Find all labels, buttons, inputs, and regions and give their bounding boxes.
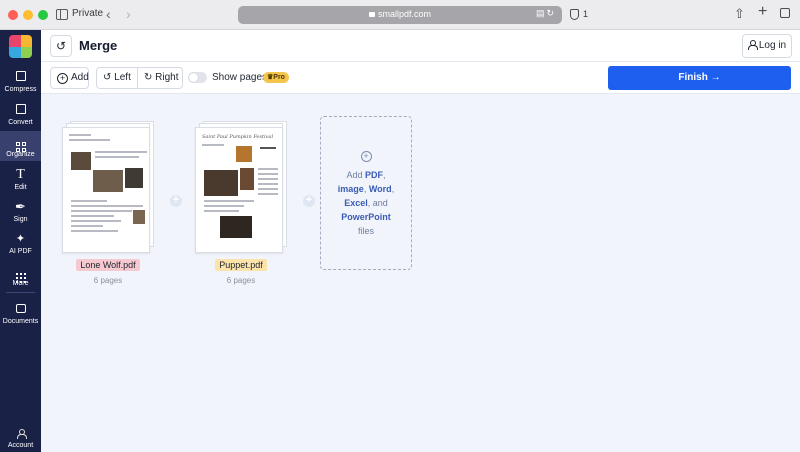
- address-bar[interactable]: smallpdf.com ▤↻: [238, 6, 562, 24]
- maximize-window-button[interactable]: [38, 10, 48, 20]
- file-page-count: 6 pages: [93, 276, 123, 285]
- finish-button[interactable]: Finish →: [608, 66, 791, 90]
- rotate-left-label: Left: [114, 72, 131, 83]
- sidebar-item-account[interactable]: Account: [0, 422, 41, 452]
- sidebar-item-label: Sign: [13, 216, 28, 223]
- sidebar: Compress Convert Organize T Edit ✒ Sign …: [0, 30, 41, 452]
- close-window-button[interactable]: [8, 10, 18, 20]
- sidebar-item-label: Documents: [2, 318, 39, 325]
- login-label: Log in: [758, 40, 787, 51]
- file-card-lone-wolf[interactable]: Lone Wolf.pdf 6 pages: [60, 121, 160, 285]
- merge-toolbar: + Add ↺ Left ↻ Right Show pages ♛Pro Fini…: [41, 62, 800, 94]
- translate-icon[interactable]: ▤↻: [536, 8, 556, 19]
- sidebar-item-more[interactable]: More: [0, 260, 41, 290]
- add-circle-icon: +: [57, 73, 68, 84]
- tracker-count: 1: [583, 9, 589, 19]
- rotate-right-button[interactable]: ↻ Right: [138, 68, 183, 88]
- sidebar-item-convert[interactable]: Convert: [0, 99, 41, 129]
- back-arrow-icon[interactable]: ‹: [106, 6, 111, 22]
- forward-arrow-icon[interactable]: ›: [126, 6, 131, 22]
- sidebar-item-label: Convert: [8, 119, 33, 126]
- add-file-button[interactable]: + Add: [50, 67, 89, 89]
- sidebar-item-label: Account: [7, 442, 34, 449]
- file-name: Lone Wolf.pdf: [76, 259, 140, 271]
- insert-between-icon[interactable]: +: [303, 195, 315, 207]
- sidebar-item-organize[interactable]: Organize: [0, 131, 41, 161]
- private-mode-label: Private: [72, 8, 104, 19]
- file-card-puppet[interactable]: Saint Paul Pumpkin Festival Puppet.pdf 6…: [193, 121, 293, 285]
- account-icon: [0, 425, 41, 441]
- sidebar-item-label: Edit: [14, 184, 27, 191]
- browser-chrome: Private ‹ › smallpdf.com ▤↻ 1 ⇧ +: [0, 0, 800, 30]
- privacy-shield-icon[interactable]: [570, 9, 579, 20]
- add-circle-icon: +: [360, 151, 372, 162]
- page-script-title: Saint Paul Pumpkin Festival: [202, 134, 274, 140]
- convert-icon: [0, 102, 41, 118]
- folder-icon: [0, 301, 41, 317]
- sidebar-item-compress[interactable]: Compress: [0, 66, 41, 96]
- add-files-dropzone[interactable]: + Add PDF, image, Word, Excel, and Power…: [320, 116, 412, 270]
- add-label: Add: [71, 72, 89, 83]
- edit-icon: T: [16, 167, 25, 182]
- file-thumbnail[interactable]: Saint Paul Pumpkin Festival: [193, 121, 293, 253]
- sidebar-item-sign[interactable]: ✒ Sign: [0, 196, 41, 226]
- rotate-left-icon: ↺: [103, 72, 112, 83]
- sidebar-item-documents[interactable]: Documents: [0, 298, 41, 328]
- url-text: smallpdf.com: [377, 9, 431, 19]
- compress-icon: [0, 69, 41, 85]
- insert-between-icon[interactable]: +: [170, 195, 182, 207]
- page-preview: [62, 127, 150, 253]
- app-header: ↺ Merge Log in: [41, 30, 800, 62]
- rotate-right-label: Right: [155, 72, 179, 83]
- person-icon: [747, 40, 758, 50]
- page-title: Merge: [79, 38, 118, 53]
- undo-icon: ↺: [55, 39, 67, 53]
- new-tab-icon[interactable]: +: [758, 3, 767, 21]
- smallpdf-logo[interactable]: [9, 35, 32, 58]
- pro-badge: ♛Pro: [263, 72, 289, 83]
- rotate-button-group: ↺ Left ↻ Right: [96, 67, 183, 89]
- sidebar-item-label: AI PDF: [9, 248, 32, 255]
- page-preview: Saint Paul Pumpkin Festival: [195, 127, 283, 253]
- arrow-right-icon: →: [710, 72, 721, 83]
- ai-sparkle-icon: ✦: [15, 233, 26, 245]
- rotate-right-icon: ↻: [144, 72, 153, 83]
- sidebar-toggle-icon[interactable]: [56, 9, 68, 20]
- finish-label: Finish: [678, 72, 708, 83]
- dropzone-text: Add PDF, image, Word, Excel, and PowerPo…: [337, 170, 395, 236]
- sidebar-item-label: Compress: [4, 86, 37, 93]
- file-thumbnail[interactable]: [60, 121, 160, 253]
- sidebar-item-ai-pdf[interactable]: ✦ AI PDF: [0, 228, 41, 258]
- sidebar-item-label: Organize: [6, 151, 35, 158]
- sidebar-item-label: More: [12, 280, 29, 287]
- organize-icon: [0, 134, 41, 152]
- sidebar-divider: [6, 292, 35, 293]
- sidebar-item-edit[interactable]: T Edit: [0, 164, 41, 194]
- minimize-window-button[interactable]: [23, 10, 33, 20]
- login-button[interactable]: Log in: [742, 34, 792, 58]
- file-name: Puppet.pdf: [215, 259, 267, 271]
- file-page-count: 6 pages: [226, 276, 256, 285]
- rotate-left-button[interactable]: ↺ Left: [97, 68, 138, 88]
- more-grid-icon: [0, 263, 41, 283]
- share-icon[interactable]: ⇧: [734, 6, 745, 22]
- lock-icon: [368, 12, 375, 17]
- sign-icon: ✒: [15, 199, 26, 214]
- merge-workspace: Lone Wolf.pdf 6 pages + Saint Paul Pumpk…: [41, 95, 800, 452]
- show-pages-toggle[interactable]: [188, 72, 207, 83]
- undo-button[interactable]: ↺: [50, 35, 72, 57]
- show-pages-label: Show pages: [212, 72, 268, 83]
- tab-overview-icon[interactable]: [780, 8, 790, 18]
